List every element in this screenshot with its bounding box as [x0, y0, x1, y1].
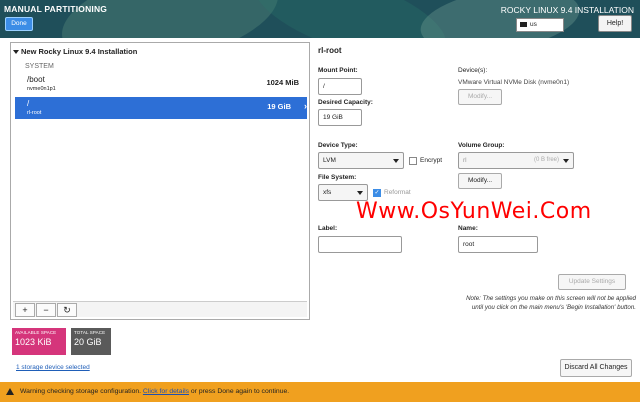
chevron-down-icon	[393, 159, 399, 163]
partition-device: rl-root	[27, 110, 42, 116]
partition-device: nvme0n1p1	[27, 86, 56, 92]
help-button[interactable]: Help!	[598, 15, 632, 32]
warning-bar: Warning checking storage configuration. …	[0, 382, 640, 402]
volume-group-label: Volume Group:	[458, 142, 505, 149]
encrypt-checkbox[interactable]	[409, 157, 417, 165]
selected-partition-title: rl-root	[318, 46, 342, 55]
modify-volume-group-button[interactable]: Modify...	[458, 173, 502, 189]
available-space-value: 1023 KiB	[15, 337, 52, 347]
device-type-dropdown[interactable]: LVM	[318, 152, 404, 169]
volume-group-value: rl	[463, 157, 467, 164]
reformat-checkbox[interactable]: ✓	[373, 189, 381, 197]
name-input[interactable]: root	[458, 236, 538, 253]
partition-row-root[interactable]: / rl-root 19 GiB ›	[15, 97, 307, 119]
partition-list-panel: New Rocky Linux 9.4 Installation SYSTEM …	[10, 42, 310, 320]
mount-point-input[interactable]: /	[318, 78, 362, 95]
partition-row-boot[interactable]: /boot nvme0n1p1 1024 MiB	[15, 73, 307, 95]
available-space-label: AVAILABLE SPACE	[15, 330, 57, 335]
encrypt-label: Encrypt	[420, 157, 443, 164]
page-title: MANUAL PARTITIONING	[4, 4, 108, 14]
file-system-label: File System:	[318, 174, 357, 181]
volume-group-dropdown[interactable]: rl (0 B free)	[458, 152, 574, 169]
expand-triangle-icon[interactable]	[13, 50, 19, 55]
desired-capacity-input[interactable]: 19 GiB	[318, 109, 362, 126]
mount-point-label: Mount Point:	[318, 67, 358, 74]
total-space-box: TOTAL SPACE 20 GiB	[71, 328, 111, 355]
partition-mount-point: /boot	[27, 75, 45, 84]
desired-capacity-label: Desired Capacity:	[318, 99, 373, 106]
partition-mount-point: /	[27, 99, 30, 108]
settings-note: Note: The settings you make on this scre…	[466, 295, 636, 311]
file-system-value: xfs	[323, 189, 332, 196]
installation-title: New Rocky Linux 9.4 Installation	[21, 47, 138, 56]
keyboard-layout-indicator[interactable]: us	[516, 18, 564, 32]
chevron-down-icon	[357, 191, 363, 195]
available-space-box: AVAILABLE SPACE 1023 KiB	[12, 328, 66, 355]
volume-group-free: (0 B free)	[533, 157, 559, 163]
watermark-text: Www.OsYunWei.Com	[356, 199, 592, 224]
keyboard-icon	[520, 21, 527, 27]
devices-label: Device(s):	[458, 67, 488, 74]
done-button[interactable]: Done	[5, 17, 33, 31]
warning-text-after: or press Done again to continue.	[189, 388, 290, 395]
total-space-label: TOTAL SPACE	[74, 330, 106, 335]
label-input[interactable]	[318, 236, 402, 253]
devices-value: VMware Virtual NVMe Disk (nvme0n1)	[458, 79, 570, 86]
discard-all-changes-button[interactable]: Discard All Changes	[560, 359, 632, 377]
keyboard-layout-label: us	[530, 21, 537, 28]
modify-devices-button[interactable]: Modify...	[458, 89, 502, 105]
installation-group-header[interactable]: New Rocky Linux 9.4 Installation	[13, 47, 137, 56]
update-settings-button[interactable]: Update Settings	[558, 274, 626, 290]
reformat-label: Reformat	[384, 189, 411, 196]
remove-partition-button[interactable]: −	[36, 303, 56, 317]
warning-details-link[interactable]: Click for details	[143, 388, 189, 395]
chevron-down-icon	[563, 159, 569, 163]
product-title: ROCKY LINUX 9.4 INSTALLATION	[500, 5, 634, 15]
partition-size: 19 GiB	[267, 102, 291, 111]
warning-text-before: Warning checking storage configuration.	[20, 388, 143, 395]
device-type-value: LVM	[323, 157, 336, 164]
partition-size: 1024 MiB	[266, 78, 299, 87]
system-section-label: SYSTEM	[25, 63, 54, 70]
total-space-value: 20 GiB	[74, 337, 102, 347]
label-field-label: Label:	[318, 225, 338, 232]
chevron-right-icon: ›	[304, 101, 307, 111]
name-field-label: Name:	[458, 225, 478, 232]
storage-devices-link[interactable]: 1 storage device selected	[16, 364, 90, 371]
refresh-icon[interactable]: ↻	[57, 303, 77, 317]
partition-toolbar: + − ↻	[13, 301, 307, 317]
add-partition-button[interactable]: +	[15, 303, 35, 317]
device-type-label: Device Type:	[318, 142, 358, 149]
warning-icon	[6, 388, 14, 395]
warning-message: Warning checking storage configuration. …	[20, 382, 289, 402]
header-bar: MANUAL PARTITIONING Done ROCKY LINUX 9.4…	[0, 0, 640, 38]
